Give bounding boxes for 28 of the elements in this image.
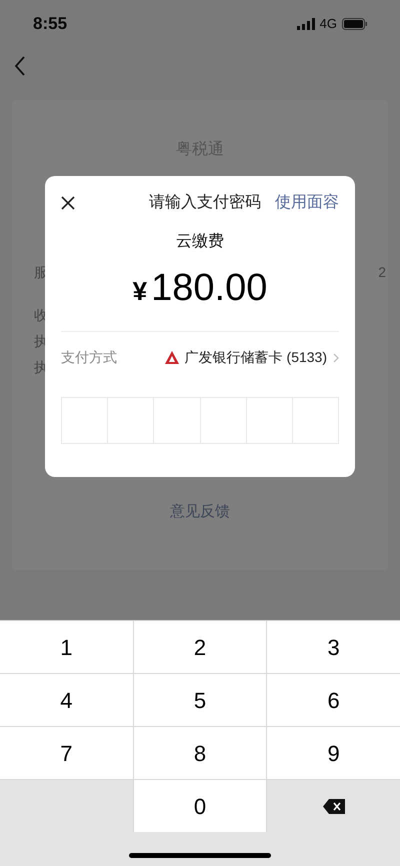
row-value: 2 [378, 263, 386, 282]
back-icon[interactable] [14, 56, 26, 76]
close-icon[interactable] [61, 196, 75, 210]
payment-method[interactable]: 广发银行储蓄卡 (5133) [184, 347, 327, 368]
signal-icon [296, 18, 315, 30]
dialog-title: 请输入支付密码 [149, 192, 261, 213]
keypad-key[interactable]: 9 [267, 727, 400, 779]
bank-logo-icon [164, 351, 179, 364]
keypad-key[interactable]: 8 [134, 727, 266, 779]
status-time: 8:55 [33, 13, 68, 36]
payee-name: 云缴费 [176, 232, 224, 252]
payment-method-label: 支付方式 [61, 348, 117, 367]
keypad-key[interactable]: 0 [134, 780, 266, 832]
face-id-link[interactable]: 使用面容 [275, 191, 339, 215]
chevron-icon [333, 352, 339, 362]
keypad-key[interactable]: 4 [0, 674, 133, 726]
keypad-key[interactable]: 3 [267, 621, 400, 673]
keypad-key[interactable]: 1 [0, 621, 133, 673]
keypad-key[interactable]: 7 [0, 727, 133, 779]
currency-symbol: ¥ [132, 275, 148, 308]
network-label: 4G [320, 15, 337, 34]
delete-key[interactable] [267, 780, 400, 832]
amount: 180.00 [151, 266, 268, 310]
keypad-key[interactable]: 6 [267, 674, 400, 726]
keypad-key[interactable]: 2 [134, 621, 266, 673]
backspace-icon [322, 798, 345, 814]
battery-icon [342, 18, 367, 30]
keypad-key[interactable]: 5 [134, 674, 266, 726]
